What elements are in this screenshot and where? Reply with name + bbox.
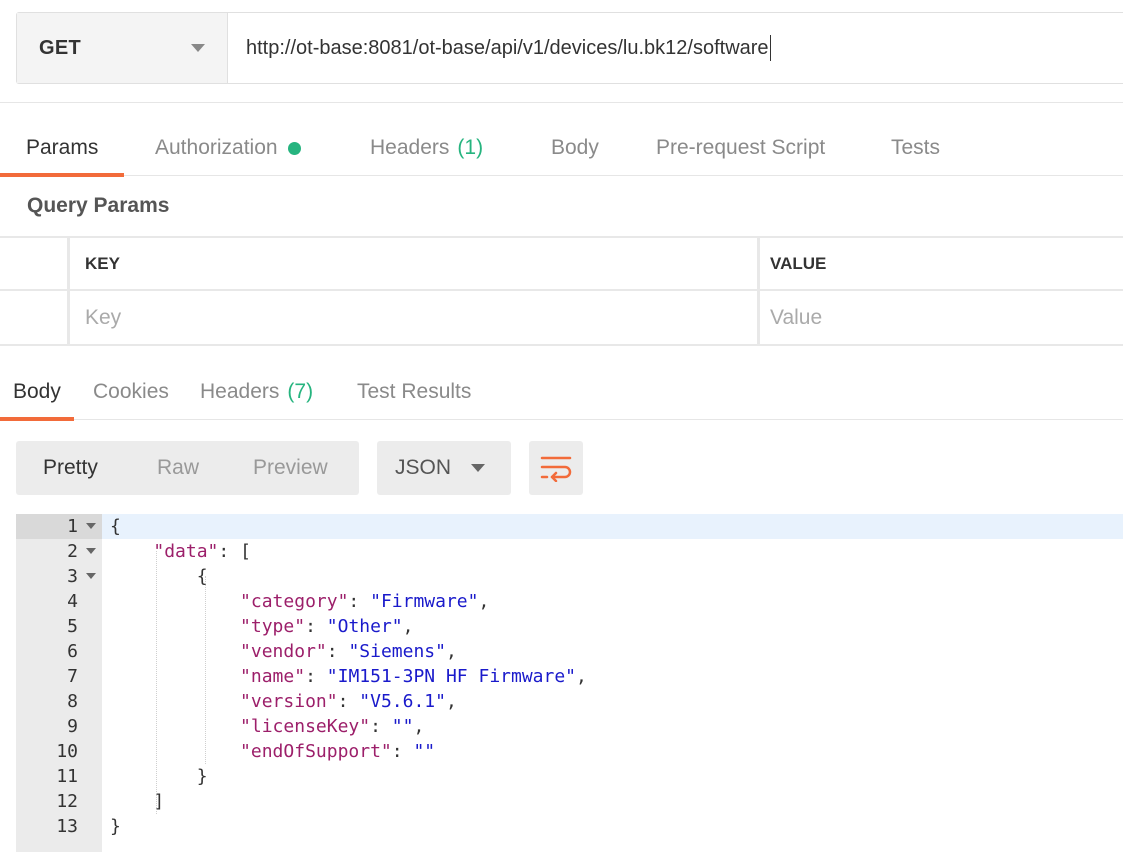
response-tab-body-label: Body [13,380,61,403]
view-pretty-button[interactable]: Pretty [43,441,98,495]
tab-authorization-label: Authorization [155,136,278,159]
query-params-table: KEY VALUE Key Value [0,236,1123,347]
tab-authorization[interactable]: Authorization [155,120,301,176]
line-number: 7 [67,666,78,687]
line-number: 5 [67,616,78,637]
tab-params-label: Params [26,136,99,159]
chevron-down-icon [471,464,485,472]
response-tab-body[interactable]: Body [0,364,74,421]
param-key-input[interactable]: Key [73,291,760,344]
code-text: "version": "V5.6.1", [240,691,457,712]
line-number: 10 [56,741,78,762]
format-select[interactable]: JSON [377,441,511,495]
line-number: 8 [67,691,78,712]
line-number: 4 [67,591,78,612]
tab-body-label: Body [551,136,599,159]
text-cursor [769,35,771,61]
wrap-lines-button[interactable] [529,441,583,495]
column-header-value: VALUE [760,238,1123,289]
url-input[interactable]: http://ot-base:8081/ot-base/api/v1/devic… [228,13,1123,83]
request-tabs: Params Authorization Headers (1) Body Pr… [0,120,1123,177]
row-gutter [0,291,70,344]
code-line: 5 "type": "Other", [16,614,1123,639]
view-pretty-label: Pretty [43,456,98,479]
code-line: 1 { [16,514,1123,539]
line-number: 13 [56,816,78,837]
table-header-row: KEY VALUE [0,236,1123,291]
tab-body[interactable]: Body [551,120,599,176]
row-gutter [0,238,70,289]
wrap-lines-icon [540,456,572,482]
code-text: { [110,516,121,537]
tab-tests[interactable]: Tests [891,120,940,176]
indent-guide [205,576,206,764]
tab-headers-count: (1) [457,136,484,159]
tab-headers[interactable]: Headers (1) [370,120,483,176]
code-text: "data": [ [153,541,251,562]
code-line: 7 "name": "IM151-3PN HF Firmware", [16,664,1123,689]
code-text: { [110,566,208,587]
view-preview-button[interactable]: Preview [253,441,328,495]
code-line: 2 "data": [ [16,539,1123,564]
url-text: http://ot-base:8081/ot-base/api/v1/devic… [246,36,769,59]
code-text: } [110,766,208,787]
view-raw-button[interactable]: Raw [157,441,199,495]
line-number: 12 [56,791,78,812]
response-tab-headers-label: Headers [200,380,280,403]
tab-pre-request-script-label: Pre-request Script [656,136,826,159]
code-line: 3 { [16,564,1123,589]
format-label: JSON [395,456,452,479]
status-dot-icon [287,141,301,155]
response-tab-headers[interactable]: Headers (7) [200,364,313,420]
response-tab-cookies[interactable]: Cookies [93,364,169,420]
code-text: "category": "Firmware", [240,591,490,612]
fold-toggle-icon[interactable] [86,573,96,579]
param-key-placeholder: Key [85,305,122,329]
code-line: 4 "category": "Firmware", [16,589,1123,614]
view-preview-label: Preview [253,456,328,479]
line-number: 6 [67,641,78,662]
response-tab-headers-count: (7) [287,380,314,403]
fold-toggle-icon[interactable] [86,548,96,554]
tab-headers-label: Headers [370,136,450,159]
code-line: 6 "vendor": "Siemens", [16,639,1123,664]
view-raw-label: Raw [157,456,200,479]
tab-tests-label: Tests [891,136,941,159]
query-params-title: Query Params [27,194,170,217]
param-value-input[interactable]: Value [760,291,1123,344]
method-select[interactable]: GET [17,13,228,83]
code-line: 9 "licenseKey": "", [16,714,1123,739]
response-body-editor[interactable]: 1 { 2 "data": [ 3 { 4 "category": "Firmw… [16,514,1123,852]
column-header-key: KEY [73,238,760,289]
line-number: 9 [67,716,78,737]
code-line: 11 } [16,764,1123,789]
code-text: "endOfSupport": "" [240,741,436,762]
response-tab-cookies-label: Cookies [93,380,169,403]
tab-pre-request-script[interactable]: Pre-request Script [656,120,825,176]
code-line: 13 } [16,814,1123,839]
divider [0,102,1123,103]
response-tabs: Body Cookies Headers (7) Test Results [0,364,1123,421]
code-text: } [110,816,121,837]
tab-params[interactable]: Params [0,120,125,177]
response-tab-test-results-label: Test Results [357,380,472,403]
line-number: 11 [56,766,78,787]
code-line: 10 "endOfSupport": "" [16,739,1123,764]
code-text: "licenseKey": "", [240,716,425,737]
code-line: 8 "version": "V5.6.1", [16,689,1123,714]
code-text: "vendor": "Siemens", [240,641,457,662]
column-header-value-label: VALUE [770,253,827,273]
code-text: "name": "IM151-3PN HF Firmware", [240,666,587,687]
column-header-key-label: KEY [85,253,120,273]
table-row: Key Value [0,291,1123,346]
view-mode-group: Pretty Raw Preview [16,441,359,495]
code-line: 12 ] [16,789,1123,814]
response-tab-test-results[interactable]: Test Results [357,364,471,420]
indent-guide [156,551,157,814]
request-bar: GET http://ot-base:8081/ot-base/api/v1/d… [16,12,1123,84]
fold-toggle-icon[interactable] [86,523,96,529]
chevron-down-icon [191,44,205,52]
param-value-placeholder: Value [770,305,823,329]
method-label: GET [39,36,82,59]
